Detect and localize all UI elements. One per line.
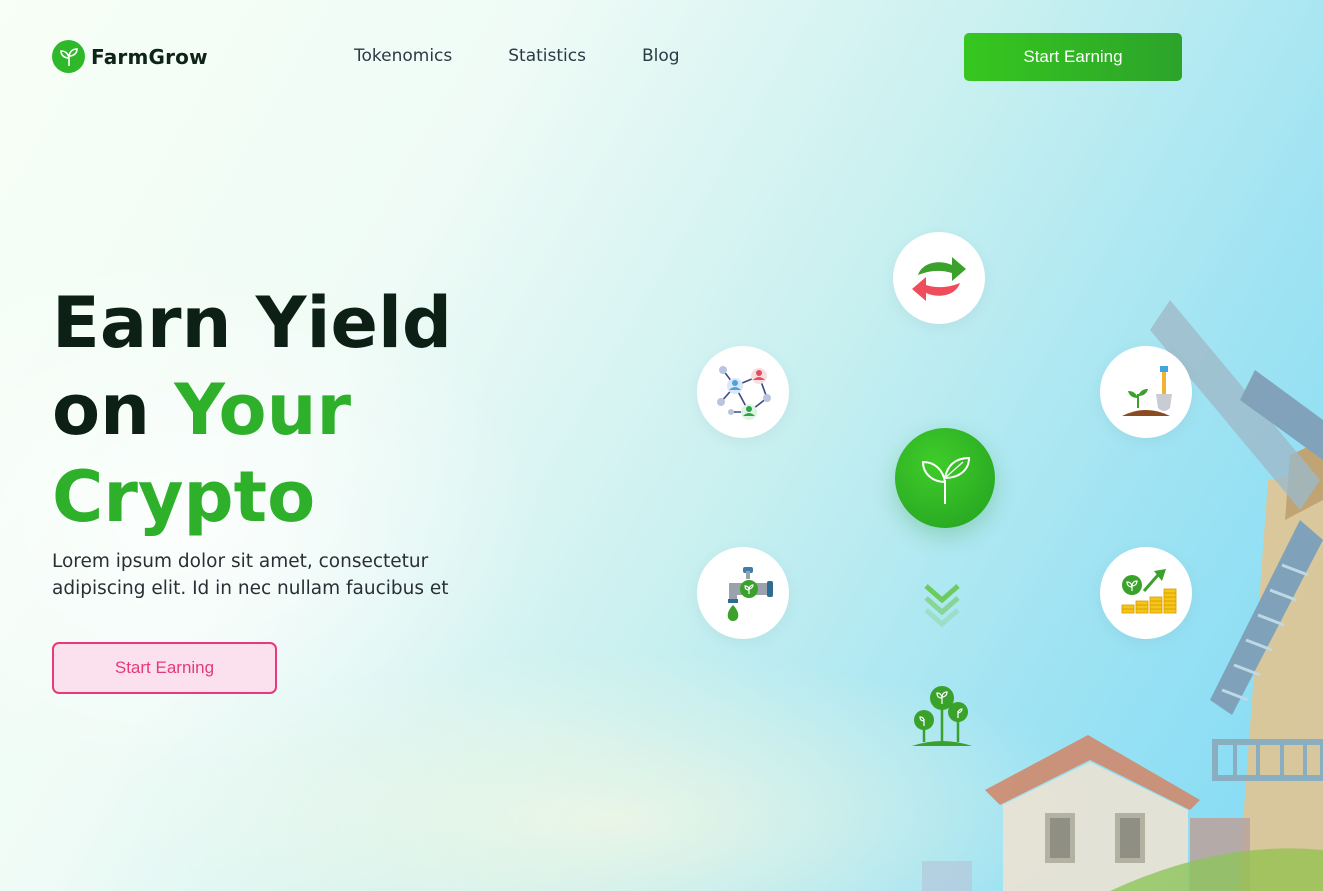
- hero-title-line2-prefix: on: [52, 369, 175, 451]
- hero-title-line1: Earn Yield: [52, 282, 453, 364]
- faucet-drip-icon: [697, 547, 789, 639]
- sprout-center-icon: [895, 428, 995, 528]
- hero-description: Lorem ipsum dolor sit amet, consectetur …: [52, 551, 449, 599]
- main-nav: Tokenomics Statistics Blog: [354, 46, 680, 66]
- plants-icon: [910, 684, 974, 752]
- brand-name: FarmGrow: [91, 44, 208, 69]
- coins-growth-icon: [1100, 547, 1192, 639]
- network-users-icon: [697, 346, 789, 438]
- nav-link-blog[interactable]: Blog: [642, 46, 680, 66]
- nav-link-tokenomics[interactable]: Tokenomics: [354, 46, 452, 66]
- sprout-icon: [52, 40, 85, 73]
- hero-title-highlight-crypto: Crypto: [52, 456, 316, 538]
- swap-arrows-icon: [893, 232, 985, 324]
- hero-title: Earn Yield on Your Crypto: [52, 280, 452, 541]
- hero-title-highlight-your: Your: [174, 369, 352, 451]
- planting-shovel-icon: [1100, 346, 1192, 438]
- nav-link-statistics[interactable]: Statistics: [508, 46, 586, 66]
- double-chevron-down-icon: [922, 580, 962, 634]
- hero-start-earning-button[interactable]: Start Earning: [52, 642, 277, 694]
- header-start-earning-button[interactable]: Start Earning: [964, 33, 1182, 81]
- brand-logo[interactable]: FarmGrow: [52, 40, 208, 73]
